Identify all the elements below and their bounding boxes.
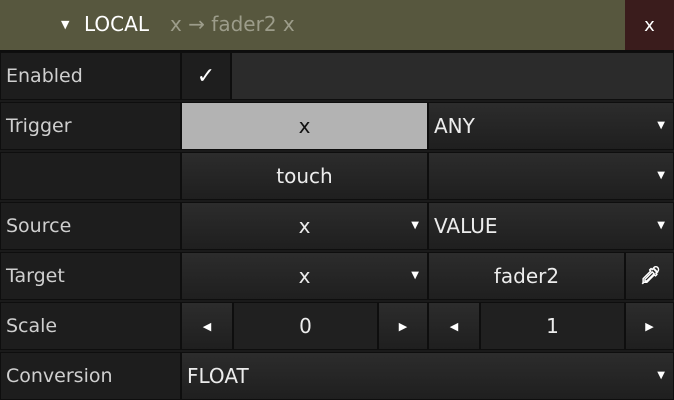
source-property-select[interactable]: VALUE ▼ <box>428 202 674 250</box>
trigger-mode-select-right[interactable]: ▼ <box>428 152 674 200</box>
check-icon: ✓ <box>196 63 216 89</box>
row-trigger-mode: touch ▼ <box>0 152 674 200</box>
target-select[interactable]: x ▼ <box>181 252 428 300</box>
row-trigger: Trigger x ANY ▼ <box>0 102 674 150</box>
target-widget-label: fader2 <box>493 264 560 288</box>
trigger-button-label: x <box>298 114 311 138</box>
conversion-label: Conversion <box>6 365 113 387</box>
trigger-mode-label-cell <box>0 152 181 200</box>
row-conversion: Conversion FLOAT ▼ <box>0 352 674 400</box>
eyedropper-button[interactable] <box>625 252 674 300</box>
trigger-label: Trigger <box>6 115 72 137</box>
source-label-cell: Source <box>0 202 181 250</box>
source-property-value: VALUE <box>434 214 498 238</box>
source-label: Source <box>6 215 72 237</box>
trigger-mode-value: touch <box>276 164 333 188</box>
panel-subtitle: x → fader2 x <box>170 12 295 36</box>
target-select-value: x <box>298 264 311 288</box>
chevron-down-icon: ▼ <box>657 220 665 231</box>
enabled-label-cell: Enabled <box>0 52 181 100</box>
chevron-down-icon: ▼ <box>657 370 665 381</box>
trigger-select-value: ANY <box>434 114 475 138</box>
row-target: Target x ▼ fader2 <box>0 252 674 300</box>
target-widget-button[interactable]: fader2 <box>428 252 625 300</box>
chevron-down-icon: ▼ <box>657 170 665 181</box>
scale-label: Scale <box>6 315 58 337</box>
scale-min-input[interactable]: 0 <box>233 302 378 350</box>
trigger-select[interactable]: ANY ▼ <box>428 102 674 150</box>
trigger-mode-select[interactable]: touch <box>181 152 428 200</box>
triangle-left-icon: ◀ <box>449 319 459 333</box>
collapse-icon[interactable]: ▼ <box>61 18 69 31</box>
enabled-checkbox[interactable]: ✓ <box>181 52 231 100</box>
triangle-right-icon: ▶ <box>645 319 654 333</box>
chevron-down-icon: ▼ <box>657 120 665 131</box>
trigger-label-cell: Trigger <box>0 102 181 150</box>
scale-min-increment-button[interactable]: ▶ <box>378 302 428 350</box>
conversion-value: FLOAT <box>187 364 249 388</box>
triangle-right-icon: ▶ <box>398 319 408 333</box>
source-select[interactable]: x ▼ <box>181 202 428 250</box>
triangle-left-icon: ◀ <box>202 319 212 333</box>
eyedropper-icon <box>641 266 659 285</box>
scale-label-cell: Scale <box>0 302 181 350</box>
scale-max-decrement-button[interactable]: ◀ <box>428 302 480 350</box>
chevron-down-icon: ▼ <box>411 220 419 231</box>
close-button[interactable]: x <box>625 0 674 50</box>
scale-max-value: 1 <box>546 314 559 338</box>
chevron-down-icon: ▼ <box>411 270 419 281</box>
row-enabled: Enabled ✓ <box>0 52 674 100</box>
panel-title: LOCAL <box>84 12 149 36</box>
conversion-select[interactable]: FLOAT ▼ <box>181 352 674 400</box>
enabled-fill <box>231 52 674 100</box>
scale-max-input[interactable]: 1 <box>480 302 625 350</box>
scale-min-value: 0 <box>299 314 312 338</box>
row-source: Source x ▼ VALUE ▼ <box>0 202 674 250</box>
conversion-label-cell: Conversion <box>0 352 181 400</box>
target-label-cell: Target <box>0 252 181 300</box>
scale-max-increment-button[interactable]: ▶ <box>625 302 674 350</box>
enabled-label: Enabled <box>6 65 83 87</box>
scale-min-decrement-button[interactable]: ◀ <box>181 302 233 350</box>
panel-header: ▼ LOCAL x → fader2 x x <box>0 0 674 50</box>
source-select-value: x <box>298 214 311 238</box>
row-scale: Scale ◀ 0 ▶ ◀ 1 ▶ <box>0 302 674 350</box>
trigger-button[interactable]: x <box>181 102 428 150</box>
target-label: Target <box>6 265 65 287</box>
